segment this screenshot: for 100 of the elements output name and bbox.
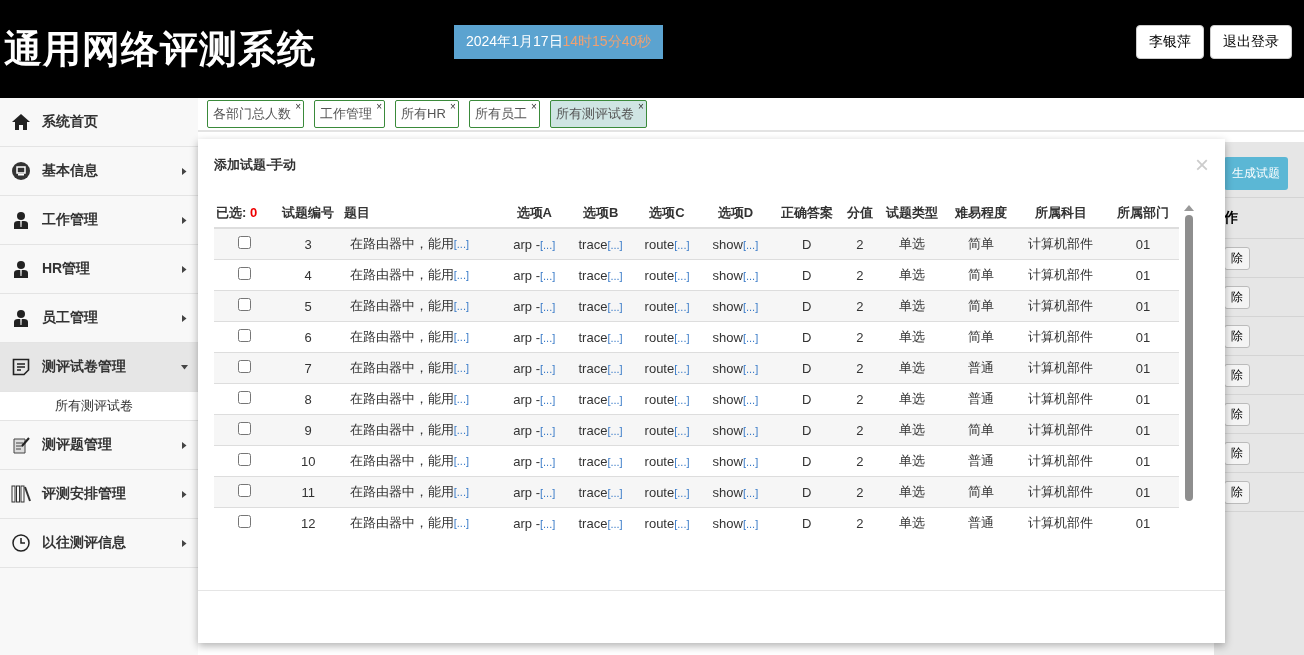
row-checkbox[interactable]: [237, 298, 251, 311]
row-checkbox[interactable]: [237, 236, 251, 249]
more-link[interactable]: [...]: [539, 455, 556, 468]
more-link[interactable]: [...]: [453, 486, 469, 498]
more-link[interactable]: [...]: [674, 455, 690, 468]
sidebar-item[interactable]: 测评试卷管理: [0, 343, 198, 392]
table-cell: 7: [274, 352, 342, 384]
table-cell: route[...]: [633, 476, 701, 508]
more-link[interactable]: [...]: [674, 238, 690, 251]
more-link[interactable]: [...]: [742, 238, 759, 251]
more-link[interactable]: [...]: [607, 300, 623, 313]
tab[interactable]: 所有测评试卷 ×: [549, 100, 647, 128]
close-icon[interactable]: ×: [530, 101, 537, 112]
more-link[interactable]: [...]: [607, 455, 623, 468]
sidebar-item[interactable]: 评测安排管理: [0, 470, 198, 519]
more-link[interactable]: [...]: [674, 486, 690, 499]
table-cell: 在路由器中，能用[...]: [341, 290, 502, 322]
table-cell: show[...]: [700, 507, 771, 538]
table-cell: arp -[...]: [501, 414, 568, 446]
close-icon[interactable]: ×: [449, 101, 456, 112]
table-cell: show[...]: [700, 290, 771, 322]
tab[interactable]: 所有员工 ×: [468, 100, 540, 128]
more-link[interactable]: [...]: [539, 238, 556, 251]
scroll-up-icon[interactable]: [1184, 205, 1195, 211]
more-link[interactable]: [...]: [453, 362, 469, 374]
more-link[interactable]: [...]: [539, 517, 556, 530]
more-link[interactable]: [...]: [674, 269, 690, 282]
more-link[interactable]: [...]: [607, 424, 623, 437]
row-checkbox[interactable]: [237, 484, 251, 497]
more-link[interactable]: [...]: [674, 517, 690, 530]
caret-icon: [181, 314, 188, 322]
sidebar-item[interactable]: 系统首页: [0, 98, 198, 147]
more-link[interactable]: [...]: [453, 300, 469, 312]
more-link[interactable]: [...]: [453, 455, 469, 467]
more-link[interactable]: [...]: [742, 362, 759, 375]
sidebar-subitem[interactable]: 所有测评试卷: [0, 392, 198, 421]
more-link[interactable]: [...]: [453, 331, 469, 343]
more-link[interactable]: [...]: [539, 331, 556, 344]
more-link[interactable]: [...]: [607, 486, 623, 499]
more-link[interactable]: [...]: [607, 362, 623, 375]
more-link[interactable]: [...]: [539, 362, 556, 375]
more-link[interactable]: [...]: [539, 393, 556, 406]
caret-icon: [181, 490, 188, 498]
more-link[interactable]: [...]: [453, 424, 469, 436]
delete-button[interactable]: 除: [1224, 480, 1250, 504]
more-link[interactable]: [...]: [607, 517, 623, 530]
more-link[interactable]: [...]: [742, 486, 759, 499]
generate-button[interactable]: 生成试题: [1224, 157, 1288, 190]
more-link[interactable]: [...]: [742, 269, 759, 282]
more-link[interactable]: [...]: [607, 238, 623, 251]
row-checkbox[interactable]: [237, 453, 251, 466]
more-link[interactable]: [...]: [742, 331, 759, 344]
table-cell: 单选: [876, 476, 948, 508]
note-icon: [12, 358, 30, 376]
table-cell: route[...]: [633, 228, 701, 260]
tab[interactable]: 工作管理 ×: [314, 100, 385, 128]
tab[interactable]: 所有HR ×: [395, 100, 459, 128]
more-link[interactable]: [...]: [742, 517, 759, 530]
more-link[interactable]: [...]: [453, 269, 469, 281]
more-link[interactable]: [...]: [742, 455, 759, 468]
row-checkbox[interactable]: [237, 515, 251, 528]
delete-button[interactable]: 除: [1224, 246, 1250, 270]
delete-button[interactable]: 除: [1224, 285, 1250, 309]
close-icon[interactable]: ×: [637, 101, 644, 112]
user-button[interactable]: 李银萍: [1136, 25, 1204, 59]
more-link[interactable]: [...]: [742, 424, 759, 437]
delete-button[interactable]: 除: [1224, 402, 1250, 426]
more-link[interactable]: [...]: [607, 269, 623, 282]
row-checkbox[interactable]: [237, 329, 251, 342]
more-link[interactable]: [...]: [453, 393, 469, 405]
more-link[interactable]: [...]: [539, 486, 556, 499]
table-cell: 简单: [947, 476, 1015, 508]
row-checkbox[interactable]: [237, 267, 251, 280]
close-icon[interactable]: ×: [295, 101, 301, 112]
more-link[interactable]: [...]: [607, 393, 623, 406]
more-link[interactable]: [...]: [607, 331, 623, 344]
caret-icon: [181, 167, 188, 175]
logout-button[interactable]: 退出登录: [1210, 25, 1292, 59]
table-cell: 单选: [876, 414, 948, 446]
row-checkbox[interactable]: [237, 422, 251, 435]
more-link[interactable]: [...]: [674, 362, 690, 375]
more-link[interactable]: [...]: [539, 300, 556, 313]
sidebar-item[interactable]: 基本信息: [0, 147, 198, 196]
more-link[interactable]: [...]: [674, 331, 690, 344]
more-link[interactable]: [...]: [742, 300, 759, 313]
row-checkbox[interactable]: [237, 360, 251, 373]
row-checkbox[interactable]: [237, 391, 251, 404]
delete-button[interactable]: 除: [1224, 441, 1250, 465]
more-link[interactable]: [...]: [742, 393, 759, 406]
more-link[interactable]: [...]: [674, 300, 690, 313]
more-link[interactable]: [...]: [539, 424, 556, 437]
more-link[interactable]: [...]: [674, 424, 690, 437]
tab[interactable]: 各部门总人数 ×: [207, 100, 304, 128]
close-icon[interactable]: ×: [376, 101, 382, 112]
delete-button[interactable]: 除: [1224, 324, 1250, 348]
more-link[interactable]: [...]: [674, 393, 690, 406]
more-link[interactable]: [...]: [453, 238, 469, 250]
more-link[interactable]: [...]: [453, 517, 469, 529]
delete-button[interactable]: 除: [1224, 363, 1250, 387]
more-link[interactable]: [...]: [539, 269, 556, 282]
